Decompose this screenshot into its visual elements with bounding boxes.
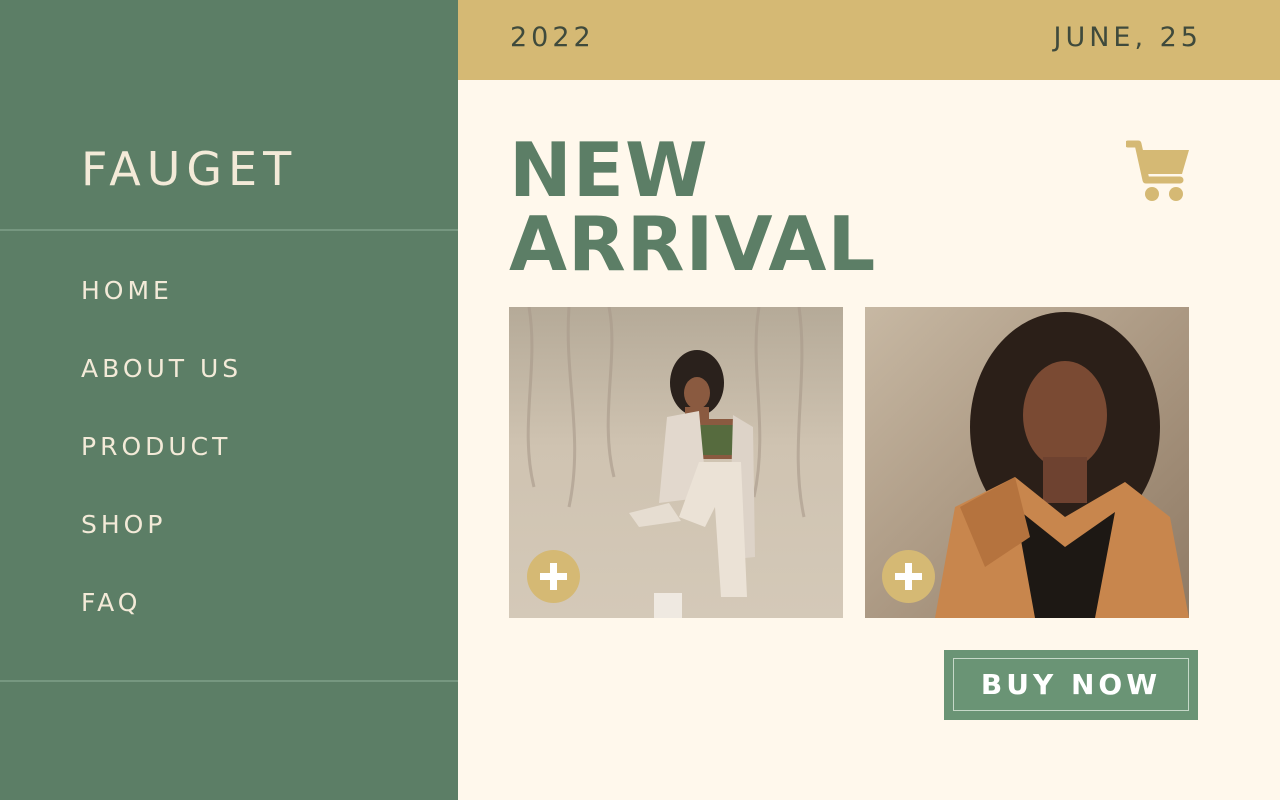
nav-item-product[interactable]: PRODUCT: [81, 432, 242, 510]
sidebar-divider-top: [0, 229, 458, 231]
title-line-2: ARRIVAL: [509, 200, 877, 288]
nav-item-shop[interactable]: SHOP: [81, 510, 242, 588]
buy-now-label: BUY NOW: [980, 668, 1162, 701]
nav-item-about-us[interactable]: ABOUT US: [81, 354, 242, 432]
nav-item-faq[interactable]: FAQ: [81, 588, 242, 666]
sidebar: FAUGET HOME ABOUT US PRODUCT SHOP FAQ: [0, 0, 458, 800]
top-bar: 2022 JUNE, 25: [458, 0, 1280, 80]
buy-now-frame: BUY NOW: [953, 658, 1189, 711]
add-product-2-button[interactable]: [882, 550, 935, 603]
add-product-1-button[interactable]: [527, 550, 580, 603]
brand-logo[interactable]: FAUGET: [81, 142, 297, 196]
date-label: JUNE, 25: [1053, 22, 1202, 53]
main-nav: HOME ABOUT US PRODUCT SHOP FAQ: [81, 276, 242, 666]
nav-item-home[interactable]: HOME: [81, 276, 242, 354]
shopping-cart-icon[interactable]: [1124, 140, 1192, 204]
page-title: NEW ARRIVAL: [509, 126, 877, 288]
title-line-1: NEW: [509, 126, 709, 214]
sidebar-divider-bottom: [0, 680, 458, 682]
buy-now-button[interactable]: BUY NOW: [944, 650, 1198, 720]
year-label: 2022: [510, 22, 595, 53]
